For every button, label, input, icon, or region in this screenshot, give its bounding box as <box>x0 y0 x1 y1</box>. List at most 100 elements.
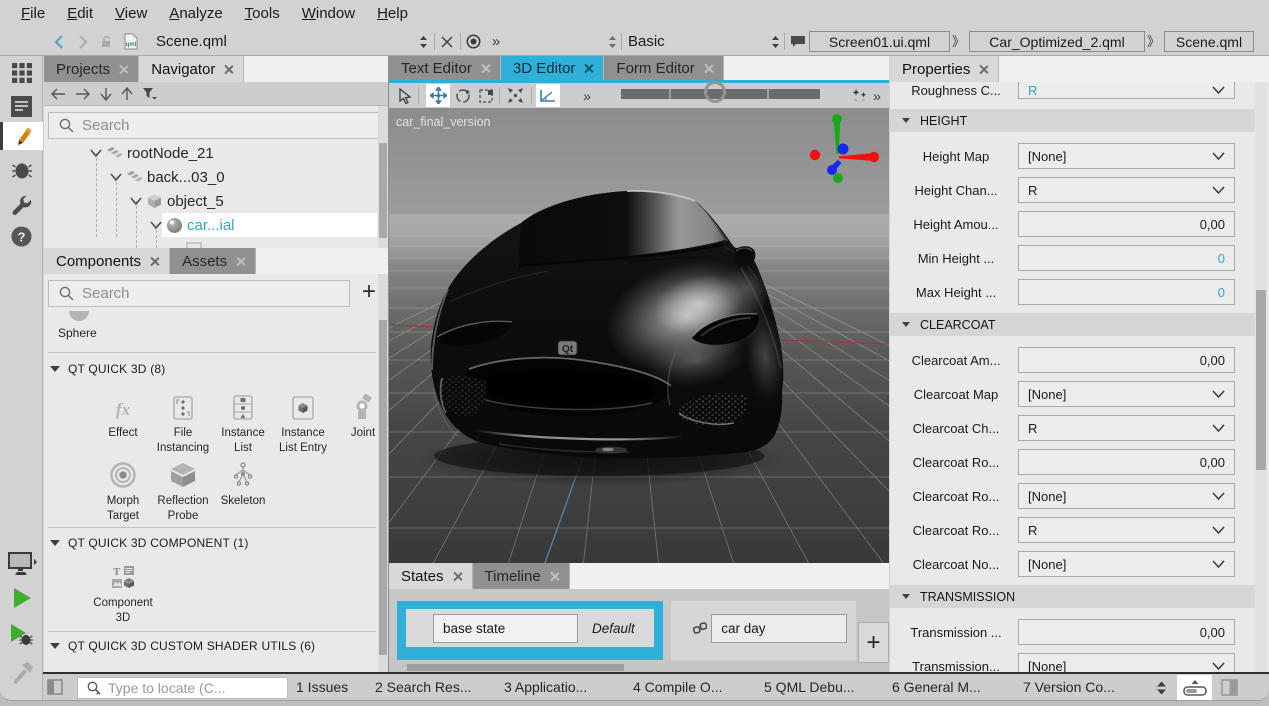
build-button-icon[interactable] <box>0 661 43 685</box>
section-header[interactable]: QT QUICK 3D COMPONENT (1) <box>50 536 249 550</box>
gizmo-z-negative[interactable] <box>827 165 837 175</box>
move-right-icon[interactable] <box>75 88 91 100</box>
output-pane-button[interactable]: 2 Search Res... <box>375 674 472 701</box>
output-pane-button[interactable]: 5 QML Debu... <box>764 674 855 701</box>
output-pane-button[interactable]: 3 Applicatio... <box>504 674 587 701</box>
tab-close-icon[interactable] <box>583 63 594 74</box>
kit-selector-icon[interactable] <box>0 553 43 575</box>
scale-tool-icon[interactable] <box>474 84 498 107</box>
property-field[interactable]: 0,00 <box>1018 449 1235 475</box>
design-mode-icon[interactable] <box>0 122 43 150</box>
pane-updown-icon[interactable] <box>1155 680 1168 696</box>
components-scrollbar[interactable] <box>378 274 388 672</box>
section-header-height[interactable]: HEIGHT <box>890 109 1256 132</box>
move-up-icon[interactable] <box>121 87 133 101</box>
tree-item[interactable]: back...03_0 <box>44 165 377 189</box>
component-item[interactable]: Instance List <box>213 392 273 456</box>
menu-item[interactable]: Analyze <box>158 0 233 28</box>
state-link-icon[interactable] <box>693 621 707 636</box>
close-document-icon[interactable] <box>438 28 456 55</box>
property-field[interactable]: R <box>1018 517 1235 543</box>
gizmo-y-negative[interactable] <box>833 173 843 183</box>
snap-angle-icon[interactable] <box>536 84 560 107</box>
components-search-input[interactable]: Search <box>48 280 350 307</box>
component-item[interactable]: Instance List Entry <box>273 392 333 456</box>
slider-handle[interactable] <box>704 81 726 103</box>
output-pane-button[interactable]: 4 Compile O... <box>633 674 722 701</box>
tab-close-icon[interactable] <box>118 64 129 75</box>
output-pane-button[interactable]: 6 General M... <box>892 674 981 701</box>
tab-close-icon[interactable] <box>149 256 160 267</box>
tab[interactable]: States <box>389 563 473 589</box>
current-document-name[interactable]: Scene.qml <box>156 28 227 55</box>
tab[interactable]: Text Editor <box>389 56 501 80</box>
property-field[interactable]: R <box>1018 177 1235 203</box>
tab[interactable]: 3D Editor <box>501 56 605 80</box>
menu-item[interactable]: View <box>104 0 158 28</box>
menu-item[interactable]: Edit <box>56 0 104 28</box>
visibility-options-icon[interactable] <box>847 84 871 107</box>
fit-view-icon[interactable] <box>503 84 527 107</box>
component-item[interactable]: T Component 3D <box>93 562 153 626</box>
select-tool-icon[interactable] <box>393 84 417 107</box>
property-field[interactable]: R <box>1018 415 1235 441</box>
component-item[interactable]: File Instancing <box>153 392 213 456</box>
move-tool-icon[interactable] <box>426 84 450 107</box>
tab-close-icon[interactable] <box>235 256 246 267</box>
properties-scrollbar[interactable] <box>1255 82 1267 672</box>
tree-item[interactable]: object_5 <box>44 189 377 213</box>
tab-close-icon[interactable] <box>452 571 463 582</box>
help-mode-icon[interactable]: ? <box>0 226 43 247</box>
component-item[interactable]: Skeleton <box>213 460 273 509</box>
property-field[interactable]: 0 <box>1018 245 1235 271</box>
toggle-left-sidebar-icon[interactable] <box>47 679 63 695</box>
move-down-icon[interactable] <box>100 87 112 101</box>
tab-close-icon[interactable] <box>549 571 560 582</box>
toolbar-overflow-icon[interactable]: » <box>579 84 595 107</box>
property-field[interactable]: 0,00 <box>1018 619 1235 645</box>
toggle-right-sidebar-icon[interactable] <box>1221 679 1238 696</box>
state-name-field[interactable]: car day <box>711 614 847 643</box>
property-field[interactable]: [None] <box>1018 483 1235 509</box>
tree-item[interactable]: rootNode_21 <box>44 141 377 165</box>
property-field[interactable]: 0,00 <box>1018 211 1235 237</box>
locator-input[interactable]: Type to locate (C... <box>77 677 288 699</box>
state-name-field[interactable]: base state <box>433 614 578 643</box>
tab[interactable]: Projects <box>44 56 139 82</box>
edit-mode-icon[interactable] <box>0 96 43 117</box>
property-field[interactable]: [None] <box>1018 653 1235 672</box>
tab[interactable]: Navigator <box>139 56 244 82</box>
move-left-icon[interactable] <box>50 88 66 100</box>
tab-properties[interactable]: Properties <box>890 56 999 82</box>
run-button-icon[interactable] <box>0 587 43 609</box>
component-item-label[interactable]: Sphere <box>58 326 97 340</box>
output-pane-button[interactable]: 1 Issues <box>296 674 348 701</box>
gizmo-z-positive[interactable] <box>838 144 849 155</box>
navigator-search-input[interactable]: Search <box>48 112 382 139</box>
welcome-mode-icon[interactable] <box>0 63 43 83</box>
state-card-base[interactable]: base state Default <box>397 601 663 660</box>
tab-close-icon[interactable] <box>480 63 491 74</box>
menu-item[interactable]: Tools <box>234 0 291 28</box>
section-header-transmission[interactable]: TRANSMISSION <box>890 585 1256 608</box>
tab[interactable]: Components <box>44 248 170 274</box>
component-item[interactable]: fx Effect <box>93 392 153 441</box>
property-field[interactable]: [None] <box>1018 551 1235 577</box>
section-header-clearcoat[interactable]: CLEARCOAT <box>890 313 1256 336</box>
tree-item[interactable] <box>44 237 377 248</box>
tab-close-icon[interactable] <box>223 64 234 75</box>
debug-mode-icon[interactable] <box>0 158 43 181</box>
section-header[interactable]: QT QUICK 3D CUSTOM SHADER UTILS (6) <box>50 639 315 653</box>
style-spin-icon[interactable] <box>605 28 619 55</box>
tab-close-icon[interactable] <box>978 64 989 75</box>
back-icon[interactable] <box>50 28 68 55</box>
expander-icon[interactable] <box>89 146 103 160</box>
property-field[interactable]: [None] <box>1018 143 1235 169</box>
component-item[interactable]: Morph Target <box>93 460 153 524</box>
rotate-tool-icon[interactable] <box>451 84 475 107</box>
expander-icon[interactable] <box>109 170 123 184</box>
document-dropdown-icon[interactable] <box>416 28 430 55</box>
gizmo-y-positive[interactable] <box>832 114 842 124</box>
states-scrollbar[interactable] <box>389 663 889 672</box>
navigator-scrollbar[interactable] <box>378 106 388 248</box>
